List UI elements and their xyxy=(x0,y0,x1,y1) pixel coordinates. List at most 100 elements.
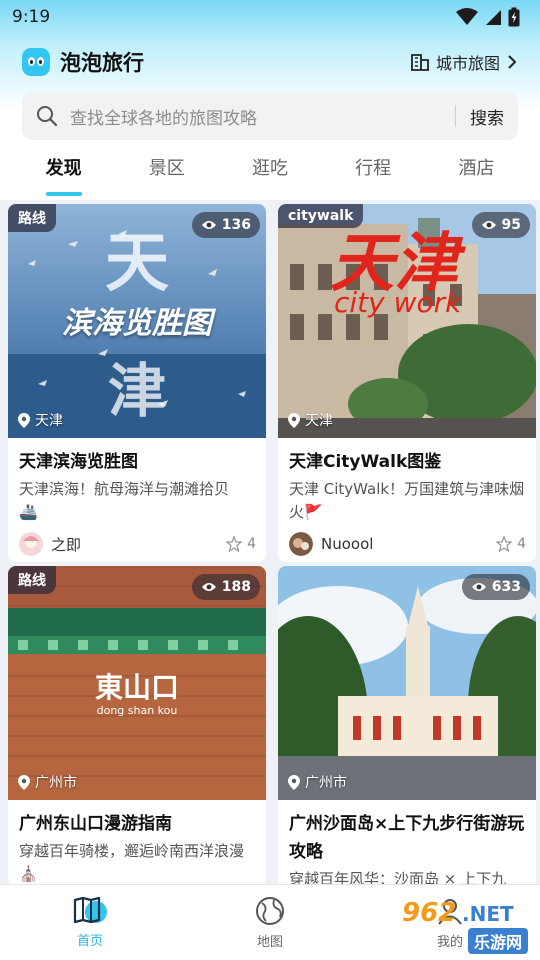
favorite-button[interactable]: 4 xyxy=(226,536,256,552)
author[interactable]: Nuoool xyxy=(289,532,373,556)
route-tag: 路线 xyxy=(8,566,56,594)
globe-icon xyxy=(256,897,284,925)
status-bar: 9:19 xyxy=(0,0,540,34)
star-icon xyxy=(226,536,243,552)
status-time: 9:19 xyxy=(12,7,51,27)
view-count-badge: 633 xyxy=(461,574,530,600)
tab-hotel[interactable]: 酒店 xyxy=(426,148,526,198)
favorite-count: 4 xyxy=(517,536,526,552)
watermark-domain: .NET xyxy=(462,902,514,926)
location-label: 天津 xyxy=(305,413,333,429)
brand: 泡泡旅行 xyxy=(22,47,144,77)
avatar xyxy=(19,532,43,556)
guide-card[interactable]: 633 广州市 广州沙面岛×上下九步行街游玩攻略 穿越百年风华：沙面岛 × 上下… xyxy=(278,566,536,884)
location-chip: 广州市 xyxy=(288,772,347,792)
author-name: 之即 xyxy=(51,535,82,554)
watermark-site-name: 乐游网 xyxy=(468,928,529,954)
card-title: 广州东山口漫游指南 xyxy=(19,814,172,834)
tab-discover[interactable]: 发现 xyxy=(14,148,114,198)
card-description: 天津 CityWalk！万国建筑与津味烟火🚩 xyxy=(289,480,525,521)
nav-map[interactable]: 地图 xyxy=(200,895,340,950)
card-image: 東山口 dong shan kou 路线 188 广州市 xyxy=(8,566,266,800)
tab-food[interactable]: 逛吃 xyxy=(220,148,320,198)
chevron-right-icon xyxy=(508,55,517,69)
card-body: 广州沙面岛×上下九步行街游玩攻略 穿越百年风华：沙面岛 × 上下九 xyxy=(278,800,536,884)
nav-home[interactable]: 首页 xyxy=(20,896,160,949)
location-pin-icon xyxy=(288,774,300,790)
church-emoji-icon: ⛪ xyxy=(19,865,38,883)
city-map-label: 城市旅图 xyxy=(435,54,500,73)
nav-map-label: 地图 xyxy=(256,935,283,950)
location-pin-icon xyxy=(288,412,300,428)
card-description: 穿越百年风华：沙面岛 × 上下九 xyxy=(289,870,507,884)
view-count-badge: 136 xyxy=(191,212,260,238)
author-name: Nuoool xyxy=(321,535,374,553)
card-description: 天津滨海！航母海洋与潮滩拾贝 🚢 xyxy=(19,480,230,521)
image-text-sign: 東山口 xyxy=(94,671,179,704)
eye-icon xyxy=(471,583,486,591)
card-body: 广州东山口漫游指南 穿越百年骑楼，邂逅岭南西洋浪漫⛪ xyxy=(8,800,266,884)
location-chip: 天津 xyxy=(18,410,63,430)
image-text-subtitle: city work xyxy=(334,286,462,319)
wifi-icon xyxy=(456,8,478,25)
category-tabs: 发现 景区 逛吃 行程 酒店 xyxy=(0,148,540,198)
location-chip: 天津 xyxy=(288,410,333,430)
guide-card[interactable]: 東山口 dong shan kou 路线 188 广州市 广州东山口漫游指南 穿… xyxy=(8,566,266,884)
card-image: 633 广州市 xyxy=(278,566,536,800)
view-count-badge: 188 xyxy=(191,574,260,600)
search-input[interactable]: 查找全球各地的旅图攻略 xyxy=(70,104,455,129)
search-button[interactable]: 搜索 xyxy=(470,104,504,129)
flag-emoji-icon: 🚩 xyxy=(304,503,323,521)
view-count-badge: 95 xyxy=(471,212,530,238)
route-tag: 路线 xyxy=(8,204,56,232)
image-text-headline: 滨海览胜图 xyxy=(62,306,212,341)
card-description: 穿越百年骑楼，邂逅岭南西洋浪漫⛪ xyxy=(19,842,245,883)
location-label: 广州市 xyxy=(305,775,347,791)
card-image: 天 滨海览胜图 津 路线 136 天津 xyxy=(8,204,266,438)
citywalk-tag: citywalk xyxy=(278,204,364,228)
view-count: 95 xyxy=(501,217,521,233)
location-pin-icon xyxy=(18,412,30,428)
church-photo xyxy=(278,566,536,800)
card-title: 广州沙面岛×上下九步行街游玩攻略 xyxy=(289,814,525,862)
map-home-icon xyxy=(73,896,107,924)
signal-icon xyxy=(486,10,501,25)
card-footer: Nuoool 4 xyxy=(289,526,526,562)
eye-icon xyxy=(201,221,216,229)
favorite-count: 4 xyxy=(247,536,256,552)
tab-itinerary[interactable]: 行程 xyxy=(323,148,423,198)
city-building-icon xyxy=(410,54,429,71)
card-title: 天津CityWalk图鉴 xyxy=(289,452,442,472)
nav-home-label: 首页 xyxy=(76,934,103,949)
location-chip: 广州市 xyxy=(18,772,77,792)
eye-icon xyxy=(201,583,216,591)
guide-card[interactable]: 天津 city work citywalk 95 天津 天津CityWalk图鉴… xyxy=(278,204,536,562)
card-title: 天津滨海览胜图 xyxy=(19,452,138,472)
card-image: 天津 city work citywalk 95 天津 xyxy=(278,204,536,438)
card-body: 天津CityWalk图鉴 天津 CityWalk！万国建筑与津味烟火🚩 Nuoo… xyxy=(278,438,536,562)
avatar xyxy=(289,532,313,556)
watermark-number: 962 xyxy=(402,898,457,928)
watermark-logo: 962 .NET 乐游网 xyxy=(402,898,534,954)
tab-scenic[interactable]: 景区 xyxy=(117,148,217,198)
search-icon xyxy=(37,106,58,127)
app-header: 泡泡旅行 城市旅图 xyxy=(0,40,540,84)
location-label: 广州市 xyxy=(35,775,77,791)
author[interactable]: 之即 xyxy=(19,532,81,556)
card-footer: 之即 4 xyxy=(19,526,256,562)
battery-icon xyxy=(508,7,520,27)
location-pin-icon xyxy=(18,774,30,790)
view-count: 136 xyxy=(221,217,251,233)
view-count: 633 xyxy=(491,579,521,595)
search-bar[interactable]: 查找全球各地的旅图攻略 搜索 xyxy=(22,92,518,140)
guide-card[interactable]: 天 滨海览胜图 津 路线 136 天津 天津滨海览胜图 天津滨海！航母海洋与潮滩… xyxy=(8,204,266,562)
card-body: 天津滨海览胜图 天津滨海！航母海洋与潮滩拾贝 🚢 之即 4 xyxy=(8,438,266,562)
favorite-button[interactable]: 4 xyxy=(496,536,526,552)
view-count: 188 xyxy=(221,579,251,595)
status-icons xyxy=(456,7,520,27)
image-text-pinyin: dong shan kou xyxy=(96,704,178,717)
app-logo-icon xyxy=(22,48,50,76)
city-map-link[interactable]: 城市旅图 xyxy=(410,50,518,74)
location-label: 天津 xyxy=(35,413,63,429)
search-divider xyxy=(455,105,456,127)
